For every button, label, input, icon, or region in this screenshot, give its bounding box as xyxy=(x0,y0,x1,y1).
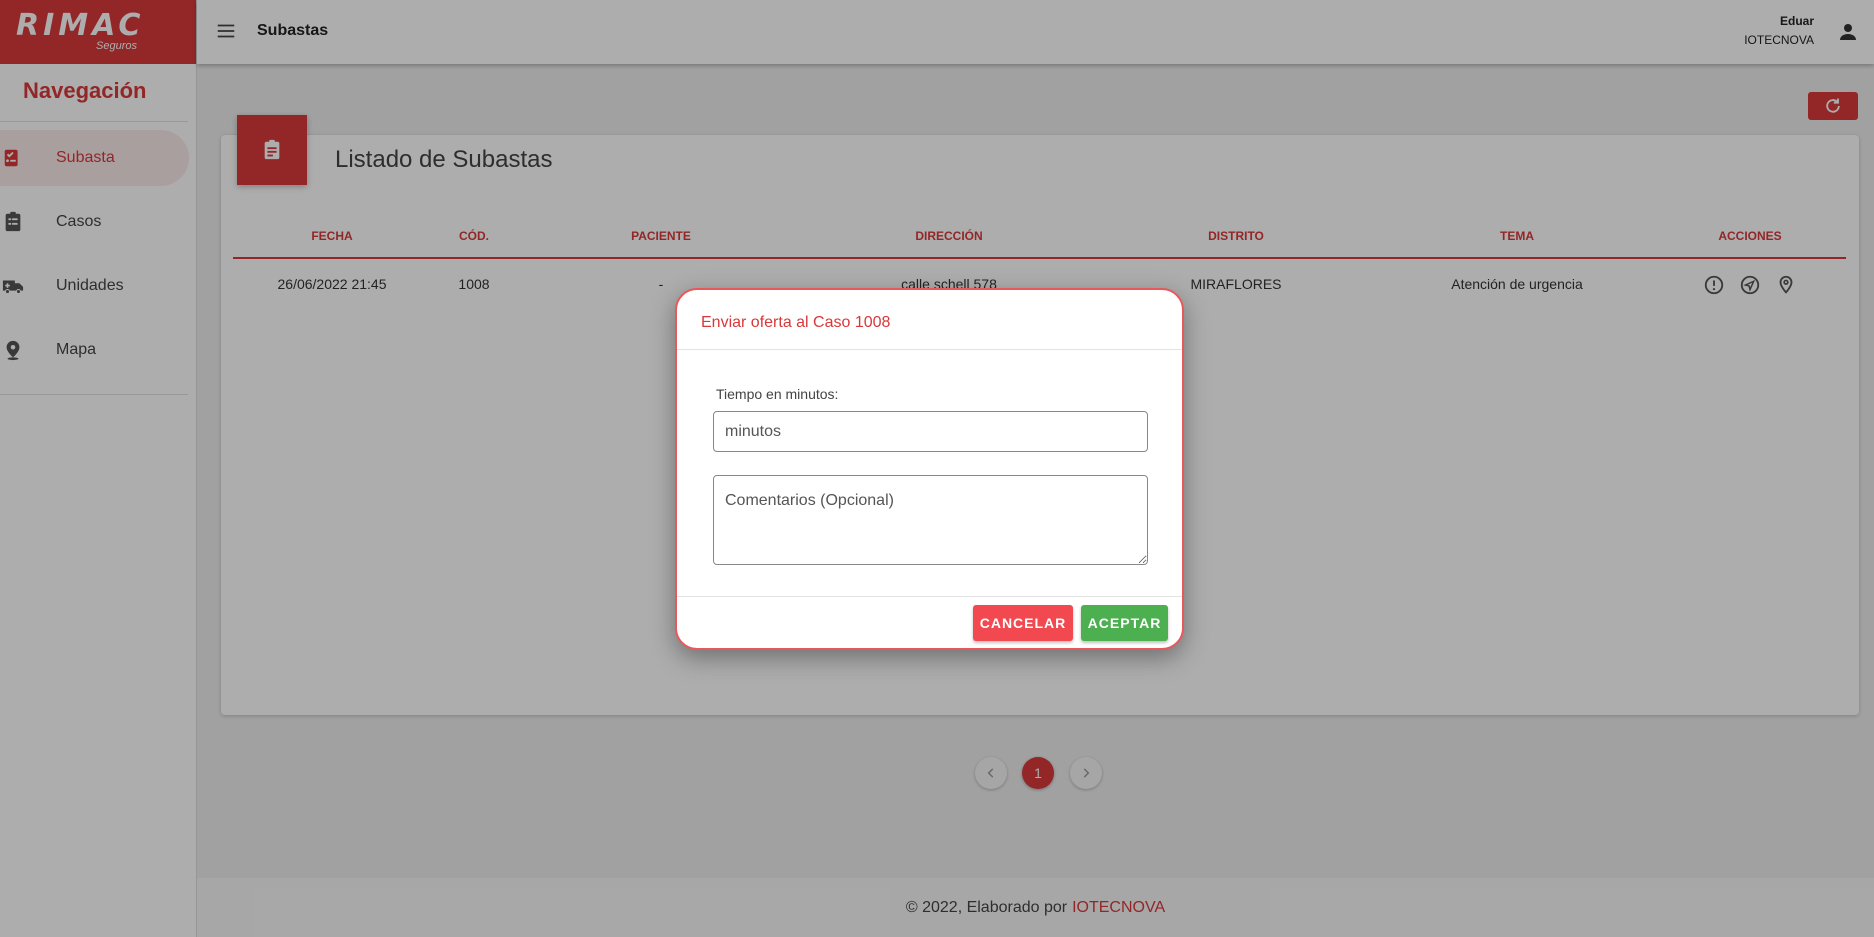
minutes-label: Tiempo en minutos: xyxy=(716,386,839,402)
accept-button[interactable]: ACEPTAR xyxy=(1081,605,1168,641)
send-offer-dialog: Enviar oferta al Caso 1008 Tiempo en min… xyxy=(675,288,1184,650)
dialog-title: Enviar oferta al Caso 1008 xyxy=(677,290,1182,350)
comments-textarea[interactable] xyxy=(713,475,1148,565)
cancel-button[interactable]: CANCELAR xyxy=(973,605,1073,641)
dialog-body: Tiempo en minutos: xyxy=(677,350,1182,597)
minutes-input[interactable] xyxy=(713,411,1148,452)
dialog-actions: CANCELAR ACEPTAR xyxy=(677,597,1182,648)
